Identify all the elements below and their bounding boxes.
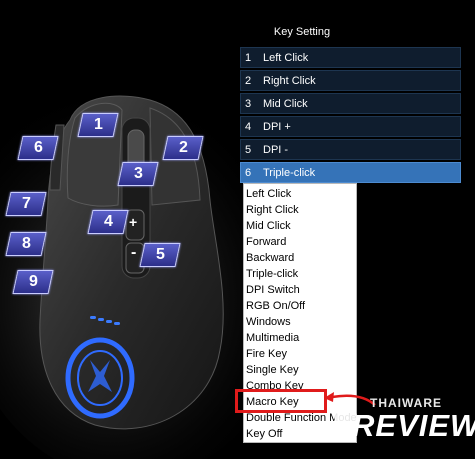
dropdown-option-rgb-onoff[interactable]: RGB On/Off	[246, 298, 305, 314]
dropdown-option-backward[interactable]: Backward	[246, 250, 294, 266]
badge-label: 1	[93, 116, 103, 133]
macro-key-highlight-box	[235, 389, 327, 413]
dpi-minus-key-label: -	[131, 244, 137, 261]
key-row-number: 5	[245, 144, 252, 156]
badge-label: 5	[155, 246, 165, 263]
key-row-5[interactable]: 5 DPI -	[240, 139, 461, 160]
key-row-number: 4	[245, 121, 252, 133]
key-row-6[interactable]: 6 Triple-click	[240, 162, 461, 183]
key-row-3[interactable]: 3 Mid Click	[240, 93, 461, 114]
dpi-plus-key-label: +	[129, 214, 138, 230]
key-row-number: 6	[245, 167, 252, 179]
badge-label: 6	[33, 139, 43, 156]
button-badge-3: 3	[117, 162, 159, 186]
key-row-1[interactable]: 1 Left Click	[240, 47, 461, 68]
dropdown-option-windows[interactable]: Windows	[246, 314, 291, 330]
key-row-label: Right Click	[263, 75, 316, 87]
badge-label: 8	[21, 235, 31, 252]
key-row-number: 3	[245, 98, 252, 110]
key-row-label: Mid Click	[263, 98, 308, 110]
button-badge-1: 1	[77, 113, 119, 137]
dropdown-option-triple-click[interactable]: Triple-click	[246, 266, 298, 282]
button-badge-9: 9	[12, 270, 54, 294]
key-row-label: DPI -	[263, 144, 289, 156]
thaiware-review-watermark: THAIWARE REVIEW	[330, 392, 475, 447]
badge-label: 2	[178, 139, 188, 156]
key-row-number: 2	[245, 75, 252, 87]
badge-label: 7	[21, 195, 31, 212]
dropdown-option-forward[interactable]: Forward	[246, 234, 286, 250]
watermark-main-text: REVIEW	[352, 408, 475, 443]
key-row-label: Left Click	[263, 52, 309, 64]
key-setting-title: Key Setting	[273, 26, 331, 38]
button-badge-6: 6	[17, 136, 59, 160]
key-row-label: Triple-click	[263, 167, 316, 179]
key-row-2[interactable]: 2 Right Click	[240, 70, 461, 91]
dropdown-option-multimedia[interactable]: Multimedia	[246, 330, 299, 346]
button-badge-5: 5	[139, 243, 181, 267]
button-badge-8: 8	[5, 232, 47, 256]
dropdown-option-left-click[interactable]: Left Click	[246, 186, 291, 202]
badge-label: 3	[133, 165, 143, 182]
key-row-4[interactable]: 4 DPI +	[240, 116, 461, 137]
button-badge-4: 4	[87, 210, 129, 234]
dropdown-option-single-key[interactable]: Single Key	[246, 362, 299, 378]
button-badge-7: 7	[5, 192, 47, 216]
badge-label: 4	[103, 213, 113, 230]
dropdown-option-fire-key[interactable]: Fire Key	[246, 346, 287, 362]
dropdown-option-dpi-switch[interactable]: DPI Switch	[246, 282, 300, 298]
key-row-number: 1	[245, 52, 252, 64]
dropdown-option-right-click[interactable]: Right Click	[246, 202, 299, 218]
dropdown-option-mid-click[interactable]: Mid Click	[246, 218, 291, 234]
button-badge-2: 2	[162, 136, 204, 160]
key-row-label: DPI +	[263, 121, 291, 133]
badge-label: 9	[28, 273, 38, 290]
dropdown-option-key-off[interactable]: Key Off	[246, 426, 282, 442]
